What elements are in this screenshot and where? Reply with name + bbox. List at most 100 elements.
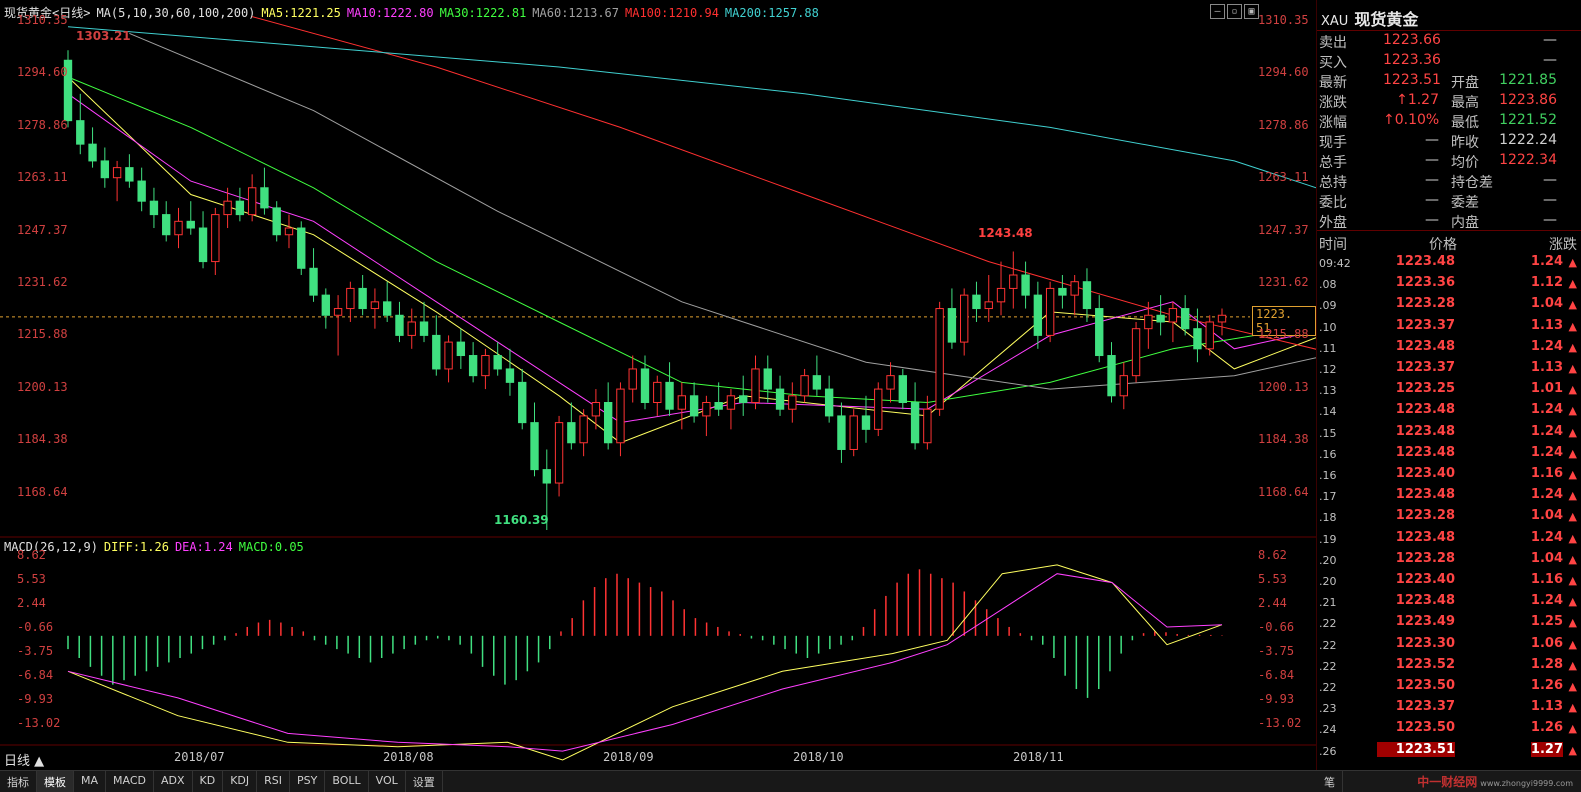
- arrow-up-icon: ▲: [1568, 595, 1577, 609]
- tab-4[interactable]: ADX: [154, 771, 193, 792]
- tick-row: .17 1223.48 1.24 ▲: [1317, 487, 1581, 508]
- price-tick-label: 1184.38: [1258, 432, 1309, 447]
- candle-body: [886, 375, 895, 390]
- price-tick-label: 1247.37: [1258, 222, 1309, 237]
- quote-field-label: 最高: [1451, 95, 1479, 111]
- ma200-value: MA200:1257.88: [724, 6, 819, 20]
- date-tick-label: 2018/11: [1013, 750, 1064, 764]
- macd-tick-label: -6.84: [17, 668, 54, 682]
- tab-6[interactable]: KDJ: [223, 771, 258, 792]
- tick-time: .13: [1319, 384, 1337, 398]
- tab-3[interactable]: MACD: [106, 771, 154, 792]
- price-tick-label: 1168.64: [17, 484, 68, 499]
- quote-field-label: 现手: [1319, 135, 1347, 151]
- tab-1[interactable]: 模板: [37, 771, 74, 792]
- quote-field-value: —: [1425, 192, 1439, 208]
- tick-change: 1.01: [1530, 381, 1563, 397]
- chart-area[interactable]: 1303.21 1160.39 1243.48 现货黄金<日线> MA(5,10,30…: [0, 0, 1317, 770]
- arrow-up-icon: ▲: [1568, 404, 1577, 418]
- tab-bi[interactable]: 笔: [1317, 771, 1343, 792]
- ma30-value: MA30:1222.81: [439, 6, 527, 20]
- tick-row: .10 1223.37 1.13 ▲: [1317, 318, 1581, 339]
- tick-row: .16 1223.48 1.24 ▲: [1317, 445, 1581, 466]
- tab-11[interactable]: 设置: [406, 771, 443, 792]
- macd-tick-label: 5.53: [1258, 572, 1287, 586]
- macd-tick-label: 8.62: [17, 548, 46, 562]
- minimize-icon[interactable]: –: [1210, 4, 1225, 19]
- quote-field-value: —: [1543, 212, 1557, 228]
- candle-body: [395, 314, 404, 336]
- quote-row: 涨跌 ↑1.27 最高 1223.86: [1317, 92, 1581, 111]
- quote-field-value: 1223.86: [1499, 92, 1557, 108]
- tick-change: 1.24: [1530, 593, 1563, 609]
- candle-body: [284, 227, 294, 236]
- tick-time: .26: [1319, 744, 1337, 758]
- candle-body: [579, 415, 588, 444]
- macd-tick-label: -13.02: [17, 716, 61, 730]
- candle-body: [1021, 274, 1030, 296]
- tick-time: .20: [1319, 553, 1337, 567]
- candle-body: [910, 402, 920, 444]
- tick-row: .22 1223.52 1.28 ▲: [1317, 657, 1581, 678]
- candle-body: [321, 294, 330, 316]
- tab-10[interactable]: VOL: [369, 771, 406, 792]
- tick-row: .22 1223.50 1.26 ▲: [1317, 678, 1581, 699]
- price-tick-label: 1247.37: [17, 222, 68, 237]
- tick-change: 1.04: [1530, 550, 1563, 566]
- arrow-up-icon: ▲: [1568, 298, 1577, 312]
- candle-body: [788, 395, 797, 410]
- tab-8[interactable]: PSY: [290, 771, 326, 792]
- tick-price: 1223.48: [1395, 529, 1455, 545]
- date-tick-label: 2018/08: [383, 750, 434, 764]
- tick-row: .26 1223.51 1.27 ▲: [1317, 741, 1581, 763]
- arrow-up-icon: ▲: [1568, 531, 1577, 545]
- tick-row: .20 1223.28 1.04 ▲: [1317, 551, 1581, 572]
- candle-body: [444, 341, 453, 370]
- candle-body: [653, 381, 662, 403]
- quote-row: 卖出 1223.66 —: [1317, 32, 1581, 51]
- tick-row: .15 1223.48 1.24 ▲: [1317, 424, 1581, 445]
- quote-name: 现货黄金: [1354, 10, 1419, 29]
- tab-5[interactable]: KD: [193, 771, 224, 792]
- tick-time: .15: [1319, 426, 1337, 440]
- candlestick-chart[interactable]: 1303.21 1160.39 1243.48: [0, 0, 1316, 770]
- ma5-value: MA5:1221.25: [261, 6, 341, 20]
- price-tick-label: 1294.60: [17, 65, 68, 80]
- date-tick-label: 2018/10: [793, 750, 844, 764]
- tick-row: .09 1223.28 1.04 ▲: [1317, 296, 1581, 317]
- candle-body: [432, 334, 441, 370]
- tick-price: 1223.36: [1395, 275, 1455, 291]
- tick-price: 1223.48: [1395, 593, 1455, 609]
- restore-icon[interactable]: ▫: [1227, 4, 1242, 19]
- candle-body: [235, 200, 245, 216]
- ma-params: MA(5,10,30,60,100,200): [96, 6, 256, 20]
- ma5-line: [67, 76, 1316, 444]
- candle-body: [1131, 328, 1141, 377]
- arrow-up-icon: ▲: [1568, 489, 1577, 503]
- arrow-up-icon: ▲: [1568, 574, 1577, 587]
- tick-price: 1223.40: [1395, 572, 1455, 587]
- arrow-up-icon: ▲: [1568, 383, 1577, 397]
- tick-price: 1223.40: [1395, 466, 1455, 481]
- tab-9[interactable]: BOLL: [325, 771, 369, 792]
- candle-body: [162, 214, 171, 236]
- candle-body: [947, 308, 957, 343]
- candle-body: [100, 160, 110, 179]
- tab-0[interactable]: 指标: [0, 771, 37, 792]
- candle-body: [346, 287, 355, 310]
- quote-title: XAU 现货黄金: [1321, 6, 1418, 30]
- tick-change: 1.06: [1530, 635, 1563, 651]
- price-tick-label: 1168.64: [1258, 484, 1309, 499]
- divider: [1317, 230, 1581, 231]
- tab-2[interactable]: MA: [74, 771, 107, 792]
- tab-7[interactable]: RSI: [257, 771, 291, 792]
- macd-tick-label: -3.75: [17, 644, 54, 658]
- tick-change: 1.13: [1530, 317, 1563, 333]
- candle-body: [567, 422, 576, 444]
- quote-field-label: 昨收: [1451, 135, 1479, 151]
- arrow-up-icon: ▲: [1568, 319, 1577, 333]
- maximize-icon[interactable]: ▣: [1244, 4, 1259, 19]
- candle-body: [1009, 274, 1018, 289]
- period-selector[interactable]: 日线 ▲: [4, 750, 44, 769]
- quote-field-value: 1222.34: [1499, 152, 1557, 168]
